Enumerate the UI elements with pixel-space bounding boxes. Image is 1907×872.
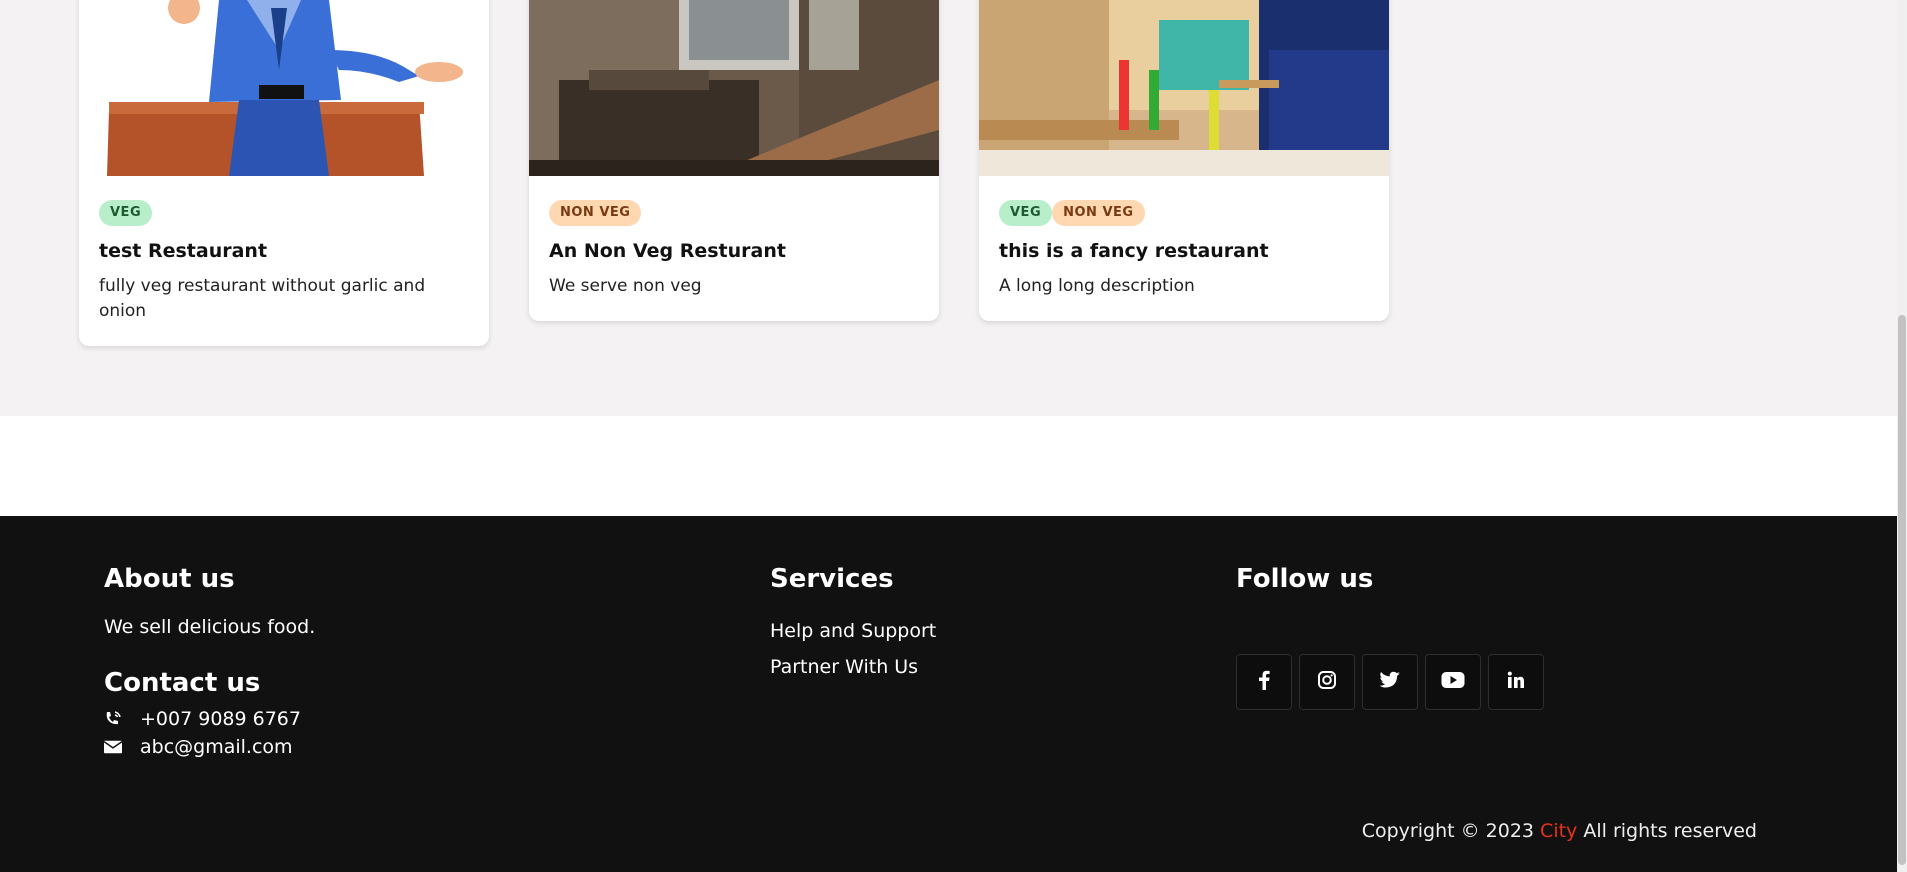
social-links <box>1236 654 1636 710</box>
site-footer: About us We sell delicious food. Contact… <box>0 516 1897 872</box>
non-veg-tag: NON VEG <box>549 200 642 226</box>
services-column: Services Help and Support Partner With U… <box>770 564 1170 678</box>
restaurant-card[interactable]: NON VEG An Non Veg Resturant We serve no… <box>529 0 939 321</box>
veg-tag: VEG <box>99 200 153 226</box>
restaurant-image <box>529 0 939 176</box>
page-scrollbar[interactable] <box>1897 0 1907 872</box>
youtube-icon <box>1441 671 1465 693</box>
veg-tag: VEG <box>999 200 1053 226</box>
scrollbar-thumb[interactable] <box>1898 315 1906 865</box>
follow-heading: Follow us <box>1236 564 1374 594</box>
envelope-icon <box>104 738 122 756</box>
linkedin-icon <box>1507 671 1525 693</box>
spacer-band <box>0 416 1897 516</box>
facebook-icon <box>1257 670 1271 694</box>
about-heading: About us <box>104 564 235 594</box>
instagram-button[interactable] <box>1299 654 1355 710</box>
youtube-button[interactable] <box>1425 654 1481 710</box>
restaurant-image <box>979 0 1389 176</box>
restaurant-title[interactable]: this is a fancy restaurant <box>999 240 1369 262</box>
restaurant-description: fully veg restaurant without garlic and … <box>99 276 426 321</box>
brand-link[interactable]: City <box>1540 820 1577 842</box>
linkedin-button[interactable] <box>1488 654 1544 710</box>
about-column: About us We sell delicious food. Contact… <box>104 564 664 764</box>
help-support-link[interactable]: Help and Support <box>770 620 1170 642</box>
restaurant-card[interactable]: VEG NON VEG this is a fancy restaurant A… <box>979 0 1389 321</box>
copyright-suffix: All rights reserved <box>1583 820 1757 842</box>
restaurant-description: We serve non veg <box>549 276 702 296</box>
restaurant-description: A long long description <box>999 276 1195 296</box>
restaurant-title[interactable]: An Non Veg Resturant <box>549 240 919 262</box>
copyright-text: Copyright © 2023 City All rights reserve… <box>1362 820 1757 842</box>
phone-number: +007 9089 6767 <box>140 708 301 730</box>
restaurant-title[interactable]: test Restaurant <box>99 240 469 262</box>
email-address: abc@gmail.com <box>140 736 293 758</box>
contact-heading: Contact us <box>104 668 261 698</box>
about-text: We sell delicious food. <box>104 616 316 638</box>
restaurant-cards-section: VEG test Restaurant fully veg restaurant… <box>0 0 1897 416</box>
twitter-icon <box>1379 671 1401 693</box>
non-veg-tag: NON VEG <box>1052 200 1145 226</box>
phone-icon <box>104 710 122 728</box>
facebook-button[interactable] <box>1236 654 1292 710</box>
instagram-icon <box>1318 671 1336 693</box>
follow-column: Follow us <box>1236 564 1636 710</box>
contact-email[interactable]: abc@gmail.com <box>104 736 664 758</box>
services-heading: Services <box>770 564 894 594</box>
copyright-prefix: Copyright © 2023 <box>1361 820 1534 842</box>
restaurant-card[interactable]: VEG test Restaurant fully veg restaurant… <box>79 0 489 346</box>
contact-phone[interactable]: +007 9089 6767 <box>104 708 664 730</box>
twitter-button[interactable] <box>1362 654 1418 710</box>
partner-link[interactable]: Partner With Us <box>770 656 1170 678</box>
restaurant-image <box>79 0 489 176</box>
